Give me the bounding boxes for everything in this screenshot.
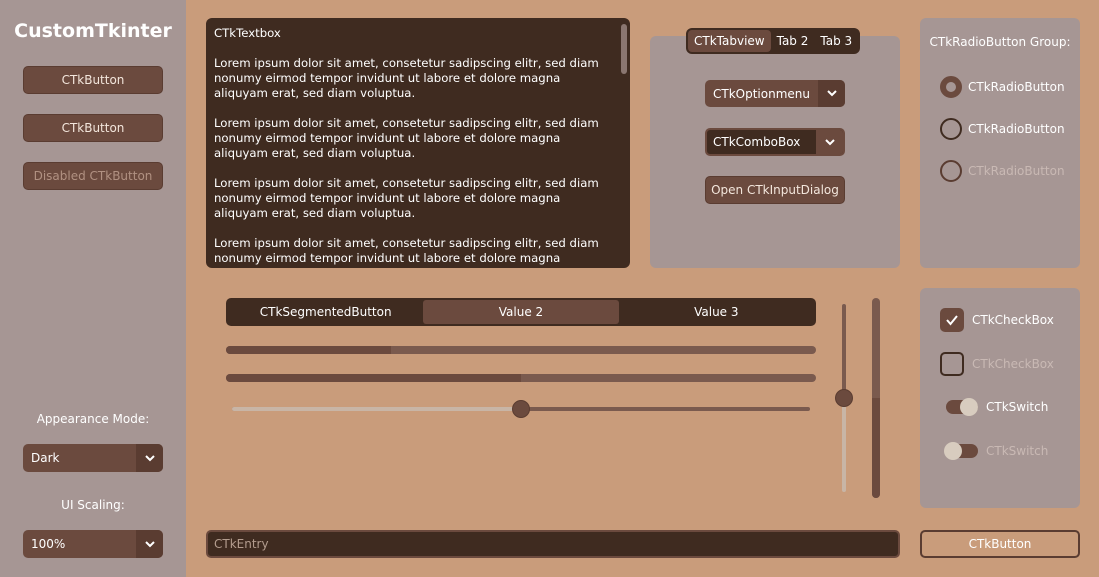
progress-bar-1-fill xyxy=(226,346,392,354)
tab-3[interactable]: Tab 3 xyxy=(814,30,858,52)
appearance-mode-label: Appearance Mode: xyxy=(36,412,150,426)
open-input-dialog-button[interactable]: Open CTkInputDialog xyxy=(705,176,845,204)
ui-scaling-label: UI Scaling: xyxy=(61,498,125,512)
radio-label: CTkRadioButton xyxy=(968,122,1065,136)
switch-thumb xyxy=(944,442,962,460)
progress-bar-1 xyxy=(226,346,816,354)
chevron-down-icon[interactable] xyxy=(816,130,843,154)
sidebar-button-1[interactable]: CTkButton xyxy=(23,66,163,94)
textbox-paragraph: Lorem ipsum dolor sit amet, consetetur s… xyxy=(214,236,599,268)
textbox-scrollbar[interactable] xyxy=(621,24,627,74)
appearance-mode-select[interactable]: Dark xyxy=(23,444,163,472)
vertical-slider-handle[interactable] xyxy=(835,389,853,407)
checkbox-1[interactable]: CTkCheckBox xyxy=(940,308,1054,332)
radio-checked-icon xyxy=(940,76,962,98)
chevron-down-icon[interactable] xyxy=(818,80,845,107)
chevron-down-icon[interactable] xyxy=(136,530,163,558)
entry-field[interactable]: CTkEntry xyxy=(206,530,900,558)
checkbox-label: CTkCheckBox xyxy=(972,357,1054,371)
textbox-paragraph: Lorem ipsum dolor sit amet, consetetur s… xyxy=(214,176,599,220)
ui-scaling-value: 100% xyxy=(31,537,66,551)
vertical-slider-fill xyxy=(842,304,846,398)
checkmark-icon xyxy=(940,308,964,332)
option-menu-value: CTkOptionmenu xyxy=(713,86,810,101)
switch-1[interactable]: CTkSwitch xyxy=(946,398,1049,416)
app-logo: CustomTkinter xyxy=(14,20,172,42)
radio-button-3-disabled: CTkRadioButton xyxy=(940,160,1065,182)
radio-group-title: CTkRadioButton Group: xyxy=(929,35,1071,49)
option-menu[interactable]: CTkOptionmenu xyxy=(705,80,845,107)
vertical-progress-bar xyxy=(872,298,880,498)
textbox[interactable]: CTkTextbox Lorem ipsum dolor sit amet, c… xyxy=(206,18,630,268)
sidebar-button-disabled: Disabled CTkButton xyxy=(23,162,163,190)
vertical-progress-fill xyxy=(872,398,880,498)
segmented-button: CTkSegmentedButton Value 2 Value 3 xyxy=(226,298,816,326)
chevron-down-icon[interactable] xyxy=(136,444,163,472)
checkbox-label: CTkCheckBox xyxy=(972,313,1054,327)
radio-unchecked-icon xyxy=(940,118,962,140)
radio-label: CTkRadioButton xyxy=(968,164,1065,178)
tabview-tabs: CTkTabview Tab 2 Tab 3 xyxy=(686,28,861,54)
slider-fill xyxy=(232,407,521,411)
textbox-paragraph: Lorem ipsum dolor sit amet, consetetur s… xyxy=(214,56,599,100)
sidebar-button-2[interactable]: CTkButton xyxy=(23,114,163,142)
bottom-button[interactable]: CTkButton xyxy=(920,530,1080,558)
progress-bar-2-fill xyxy=(226,374,521,382)
checkbox-empty-icon xyxy=(940,352,964,376)
segment-value-2[interactable]: Value 2 xyxy=(423,300,619,324)
radio-group-panel xyxy=(920,18,1080,268)
radio-unchecked-icon xyxy=(940,160,962,182)
combo-box[interactable]: CTkComboBox xyxy=(705,128,845,156)
segment-value-3[interactable]: Value 3 xyxy=(619,300,814,324)
tab-ctktabview[interactable]: CTkTabview xyxy=(688,30,771,52)
switch-label: CTkSwitch xyxy=(986,444,1049,458)
tab-2[interactable]: Tab 2 xyxy=(771,30,815,52)
checkbox-2-disabled: CTkCheckBox xyxy=(940,352,1054,376)
radio-button-2[interactable]: CTkRadioButton xyxy=(940,118,1065,140)
radio-button-1[interactable]: CTkRadioButton xyxy=(940,76,1065,98)
radio-label: CTkRadioButton xyxy=(968,80,1065,94)
progress-bar-2 xyxy=(226,374,816,382)
switch-track xyxy=(944,442,978,460)
textbox-title: CTkTextbox xyxy=(214,26,281,40)
switch-label: CTkSwitch xyxy=(986,400,1049,414)
switch-2-disabled: CTkSwitch xyxy=(944,442,1049,460)
switch-track xyxy=(946,398,978,416)
combo-box-value[interactable]: CTkComboBox xyxy=(707,135,816,149)
segment-ctksegmentedbutton[interactable]: CTkSegmentedButton xyxy=(228,300,423,324)
appearance-mode-value: Dark xyxy=(31,451,60,465)
switch-thumb xyxy=(960,398,978,416)
textbox-paragraph: Lorem ipsum dolor sit amet, consetetur s… xyxy=(214,116,599,160)
slider-handle[interactable] xyxy=(512,400,530,418)
ui-scaling-select[interactable]: 100% xyxy=(23,530,163,558)
